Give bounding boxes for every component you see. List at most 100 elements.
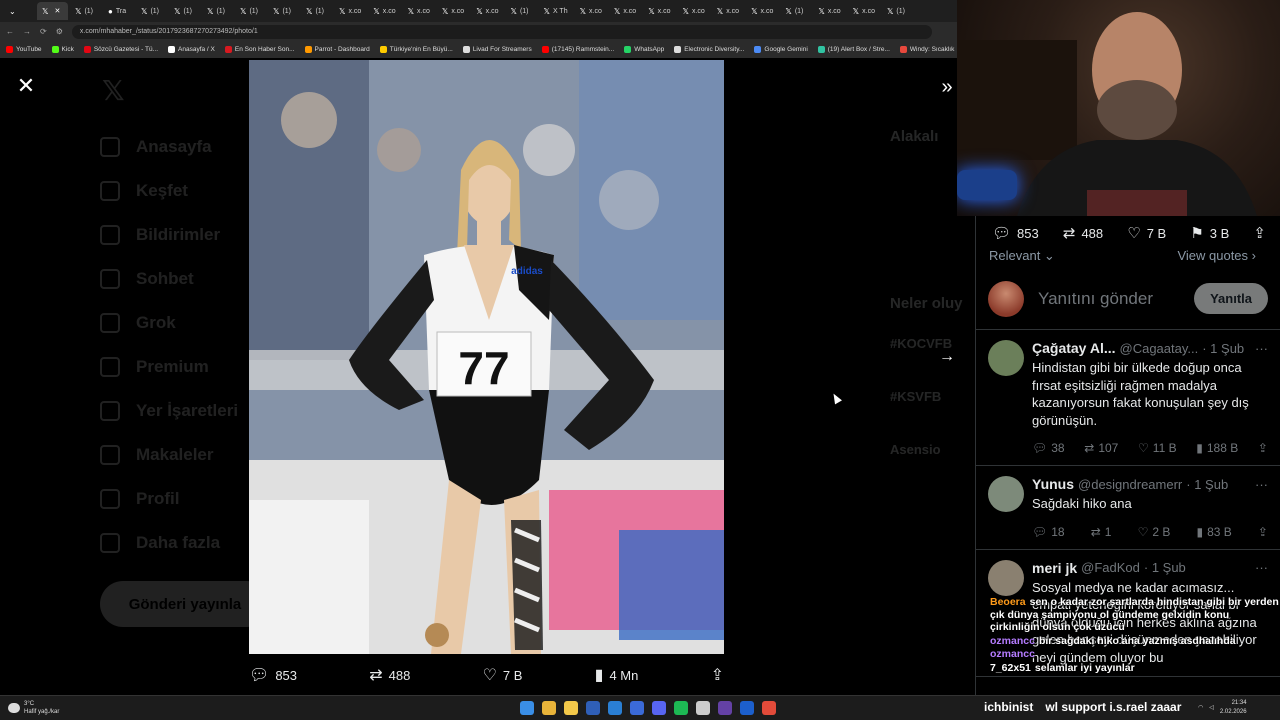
bookmark-item[interactable]: Livad For Streamers [462, 46, 532, 53]
bookmark-item[interactable]: Türkiye'nin En Büyü... [379, 46, 453, 53]
reply-action[interactable]: 💬︎ 18 [1032, 525, 1065, 539]
share-icon[interactable]: ⇪ [1258, 441, 1268, 455]
wifi-icon[interactable]: ◠ [1198, 704, 1203, 713]
app-icon[interactable] [696, 701, 710, 715]
bookmark-item[interactable]: YouTube [6, 46, 42, 53]
browser-tab[interactable]: 𝕏x.co [609, 2, 641, 20]
spotify-icon[interactable] [674, 701, 688, 715]
bookmark-item[interactable]: Sözcü Gazetesi - Tü... [83, 46, 158, 53]
timestamp[interactable]: · 1 Şub [1202, 341, 1244, 356]
post-button[interactable]: Gönderi yayınla [100, 581, 270, 627]
browser-tab[interactable]: 𝕏x.co [746, 2, 778, 20]
views-action[interactable]: ▮ 188 B [1196, 441, 1238, 455]
discord-icon[interactable] [652, 701, 666, 715]
browser-tab[interactable]: 𝕏 (1) [301, 2, 332, 20]
file-explorer-icon[interactable] [564, 701, 578, 715]
browser-tab[interactable]: 𝕏 (1) [235, 2, 266, 20]
browser-tab[interactable]: 𝕏x.co [368, 2, 400, 20]
more-icon[interactable]: ··· [1255, 341, 1268, 356]
heart-action[interactable]: ♡ 2 B [1138, 525, 1171, 539]
share-icon[interactable]: ⇪ [1258, 525, 1268, 539]
close-icon[interactable]: ✕ [14, 74, 38, 98]
app-icon[interactable] [718, 701, 732, 715]
bookmark-count[interactable]: ⚑ 3 B [1190, 224, 1229, 242]
repost-action[interactable]: ⇄ 488 [369, 665, 410, 685]
clock[interactable]: 21:34 2.02.2026 [1220, 699, 1247, 717]
bookmark-item[interactable]: Windy: Sıcaklık [899, 46, 954, 53]
reply-item[interactable]: Yunus @designdreamerr · 1 Şub ··· Sağdaki hi… [976, 466, 1280, 550]
bookmark-item[interactable]: Google Gemini [754, 46, 808, 53]
app-icon[interactable] [740, 701, 754, 715]
reply-action[interactable]: 💬︎ 853 [249, 665, 297, 685]
views-action[interactable]: ▮ 83 B [1197, 525, 1232, 539]
repost-action[interactable]: ⇄ 107 [1084, 441, 1118, 455]
browser-tab[interactable]: 𝕏 (1) [505, 2, 536, 20]
steam-icon[interactable] [608, 701, 622, 715]
reply-action[interactable]: 💬︎ 38 [1032, 441, 1065, 455]
bookmark-item[interactable]: (17145) Rammstein... [541, 46, 614, 53]
more-icon[interactable]: ··· [1255, 477, 1268, 492]
bookmark-item[interactable]: WhatsApp [624, 46, 664, 53]
browser-tab[interactable]: 𝕏 ✕ [37, 2, 68, 20]
browser-tab[interactable]: 𝕏 (1) [169, 2, 200, 20]
trend-item[interactable]: #KOCVFB [890, 336, 975, 351]
sort-dropdown[interactable]: Relevant ⌄ [989, 248, 1055, 268]
browser-tab[interactable]: 𝕏x.co [813, 2, 845, 20]
back-icon[interactable]: ← [6, 27, 14, 36]
views-action[interactable]: ▮ 4 Mn [595, 665, 639, 685]
more-icon[interactable]: ··· [1255, 560, 1268, 575]
user-handle[interactable]: @FadKod [1081, 560, 1140, 575]
obs-icon[interactable] [762, 701, 776, 715]
app-icon[interactable] [630, 701, 644, 715]
reply-button[interactable]: Yanıtla [1194, 283, 1268, 314]
heart-action[interactable]: ♡ 11 B [1138, 441, 1177, 455]
trend-item[interactable]: Asensio [890, 442, 975, 457]
browser-tab[interactable]: 𝕏 (1) [202, 2, 233, 20]
weather-widget[interactable]: 3°C Hafif yağ./kar [8, 700, 59, 716]
browser-tab[interactable]: 𝕏 (1) [780, 2, 811, 20]
repost-count[interactable]: ⇄ 488 [1063, 224, 1103, 242]
app-icon[interactable] [586, 701, 600, 715]
browser-tab[interactable]: 𝕏x.co [575, 2, 607, 20]
repost-action[interactable]: ⇄ 1 [1091, 525, 1112, 539]
bookmark-item[interactable]: Kick [51, 46, 74, 53]
user-handle[interactable]: @designdreamerr [1078, 477, 1182, 492]
browser-tab[interactable]: 𝕏x.co [437, 2, 469, 20]
like-action[interactable]: ♡ 7 B [483, 665, 523, 685]
share-button[interactable]: ⇪ [1253, 224, 1266, 242]
display-name[interactable]: Yunus [1032, 476, 1074, 492]
browser-tab[interactable]: 𝕏x.co [403, 2, 435, 20]
trend-item[interactable]: #KSVFB [890, 389, 975, 404]
avatar[interactable] [988, 340, 1024, 376]
browser-tab[interactable]: ⌄ [4, 2, 35, 20]
volume-icon[interactable]: ◁ [1209, 704, 1214, 713]
browser-tab[interactable]: 𝕏x.co [677, 2, 709, 20]
next-photo-icon[interactable]: → [934, 344, 960, 370]
url-field[interactable]: x.com/mhahaber_/status/20179236872702734… [71, 24, 932, 39]
bookmark-item[interactable]: Anasayfa / X [168, 46, 215, 53]
browser-tab[interactable]: ● Tra [103, 2, 134, 20]
chrome-icon[interactable] [542, 701, 556, 715]
timestamp[interactable]: · 1 Şub [1144, 560, 1186, 575]
close-icon[interactable]: ✕ [54, 7, 60, 15]
reply-item[interactable]: Çağatay Al... @Cagaatay... · 1 Şub ··· Hindi… [976, 330, 1280, 466]
browser-tab[interactable]: 𝕏X Th [538, 2, 572, 20]
avatar[interactable] [988, 476, 1024, 512]
reload-icon[interactable]: ⟳ [40, 27, 47, 36]
reply-count[interactable]: 💬︎ 853 [992, 224, 1039, 242]
view-quotes-link[interactable]: View quotes › [1177, 248, 1256, 268]
display-name[interactable]: meri jk [1032, 560, 1077, 576]
browser-tab[interactable]: 𝕏x.co [643, 2, 675, 20]
forward-icon[interactable]: → [23, 27, 31, 36]
bookmark-item[interactable]: Parrot - Dashboard [304, 46, 370, 53]
browser-tab[interactable]: 𝕏x.co [471, 2, 503, 20]
browser-tab[interactable]: 𝕏x.co [848, 2, 880, 20]
bookmark-item[interactable]: Electronic Diversity... [674, 46, 744, 53]
tweet-photo[interactable]: 77 adidas [249, 60, 724, 654]
display-name[interactable]: Çağatay Al... [1032, 340, 1116, 356]
bookmark-item[interactable]: En Son Haber Son... [224, 46, 295, 53]
reply-input[interactable]: Yanıtını gönder [1038, 289, 1180, 309]
browser-tab[interactable]: 𝕏 (1) [882, 2, 913, 20]
browser-tab[interactable]: 𝕏x.co [712, 2, 744, 20]
browser-tab[interactable]: 𝕏 (1) [136, 2, 167, 20]
